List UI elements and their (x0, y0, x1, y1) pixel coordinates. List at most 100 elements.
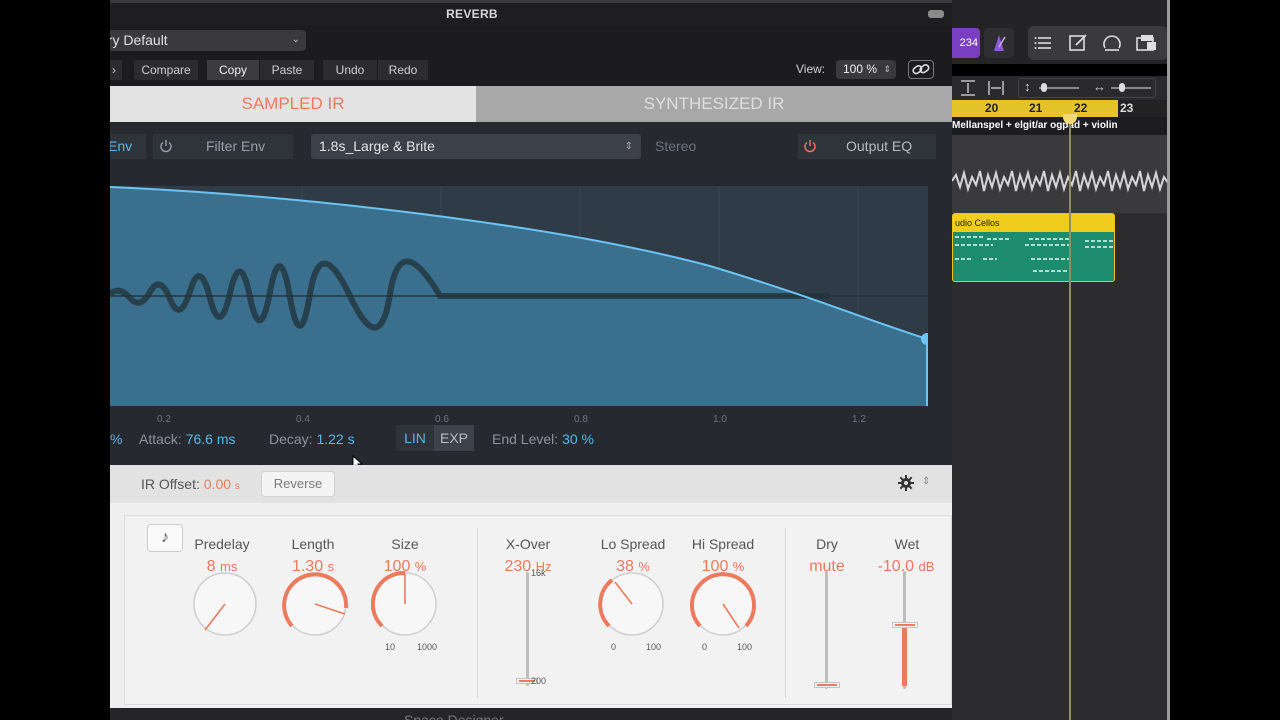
bar-number: 23 (1120, 101, 1134, 115)
copy-button[interactable]: Copy (207, 60, 259, 80)
stepper-icon: ⇕ (922, 476, 931, 487)
preset-menu[interactable]: ory Default ⌄ (110, 30, 306, 51)
lcd-display[interactable]: 234 (952, 28, 980, 58)
wet-value: -10.0 (877, 558, 915, 575)
length-knob[interactable] (281, 570, 349, 638)
end-level-value: 30 % (562, 431, 594, 447)
bar-number: 22 (1074, 101, 1088, 115)
xover-slider-track[interactable] (526, 572, 529, 686)
dry-handle-mark (817, 684, 837, 686)
midi-region[interactable]: udio Cellos (952, 213, 1115, 282)
parameters-area: ♪ Predelay 8 ms Length 1.30 s Size 100 %… (124, 515, 952, 705)
xover-bottom: 200 (531, 676, 547, 686)
init-level-fragment: % (110, 431, 123, 447)
lo-spread-max: 100 (646, 642, 662, 652)
predelay-label: Predelay (194, 536, 250, 552)
attack-param[interactable]: Attack: 76.6 ms (139, 431, 236, 447)
window-collapse-button[interactable] (928, 10, 944, 18)
stepper-icon: ⇕ (883, 64, 891, 74)
size-knob[interactable] (371, 570, 439, 638)
notepad-icon[interactable] (1066, 31, 1090, 55)
view-zoom-select[interactable]: 100 % ⇕ (836, 60, 896, 79)
power-icon (804, 140, 816, 153)
vertical-zoom-thumb[interactable] (1041, 83, 1047, 92)
link-button[interactable] (908, 60, 934, 79)
timeline-ruler[interactable]: 20 21 22 23 (952, 100, 1170, 117)
attack-label: Attack: (139, 431, 182, 447)
x-tick: 0.6 (435, 414, 449, 425)
envelope-graph[interactable] (110, 186, 928, 406)
list-editor-icon[interactable] (1032, 31, 1056, 55)
parameters-panel: ♪ Predelay 8 ms Length 1.30 s Size 100 %… (110, 503, 952, 720)
metronome-icon (994, 35, 1006, 51)
redo-button[interactable]: Redo (378, 60, 428, 80)
lo-spread-min: 0 (611, 642, 617, 652)
playhead[interactable] (1069, 118, 1071, 720)
size-min: 10 (385, 642, 396, 652)
media-browser-icon[interactable] (1134, 31, 1158, 55)
screen: REVERB ory Default ⌄ › Compare Copy Past… (0, 0, 1280, 720)
wet-value-group: -10.0 dB (861, 558, 951, 576)
horizontal-zoom-slider[interactable] (1111, 87, 1151, 89)
exp-button[interactable]: EXP (434, 425, 474, 451)
lo-spread-label: Lo Spread (600, 536, 666, 552)
paste-button[interactable]: Paste (260, 60, 314, 80)
loop-browser-icon[interactable] (1100, 31, 1124, 55)
preset-name: ory Default (110, 32, 168, 48)
hi-spread-knob[interactable] (689, 570, 757, 638)
wet-unit: dB (918, 559, 935, 574)
ir-offset-param[interactable]: IR Offset: 0.00 s (141, 476, 240, 492)
reverse-button[interactable]: Reverse (262, 472, 334, 496)
gear-icon[interactable] (897, 474, 915, 492)
decay-label: Decay: (269, 431, 313, 447)
horizontal-zoom-thumb[interactable] (1119, 83, 1125, 92)
output-eq-toggle[interactable]: Output EQ (798, 134, 936, 159)
size-label: Size (391, 536, 419, 552)
metronome-button[interactable] (984, 28, 1014, 58)
compare-button[interactable]: Compare (134, 60, 198, 80)
link-icon (912, 64, 930, 75)
xover-label: X-Over (505, 536, 551, 552)
next-preset-button[interactable]: › (110, 60, 122, 80)
end-level-param[interactable]: End Level: 30 % (492, 431, 594, 447)
chevron-down-icon: ⌄ (291, 34, 300, 45)
ir-sample-name: 1.8s_Large & Brite (319, 138, 435, 154)
fit-vertical-icon[interactable] (958, 78, 978, 98)
lin-button[interactable]: LIN (396, 425, 434, 451)
end-level-label: End Level: (492, 431, 559, 447)
divider (477, 528, 478, 698)
predelay-knob[interactable] (191, 570, 259, 638)
outside-area (1170, 0, 1280, 720)
daw-arrange-area: 234 ↕ ↔ 20 21 22 23 Mellanspel + elgit/a… (952, 0, 1280, 720)
stepper-icon: ⇕ (624, 141, 633, 152)
bar-number: 20 (985, 101, 999, 115)
tab-volume-env[interactable]: Env (110, 134, 146, 159)
tab-synthesized-ir[interactable]: SYNTHESIZED IR (476, 86, 952, 122)
xover-top: 16k (531, 568, 546, 578)
envelope-curve-svg (110, 186, 928, 406)
ir-mode-tabs: SAMPLED IR SYNTHESIZED IR (110, 86, 952, 122)
ir-offset-value: 0.00 (203, 476, 232, 492)
x-tick: 1.0 (713, 414, 727, 425)
midi-region-name: udio Cellos (953, 214, 1114, 232)
arrange-toolbar: ↕ ↔ (952, 76, 1170, 100)
wet-label: Wet (894, 536, 920, 552)
stereo-label[interactable]: Stereo (655, 134, 715, 159)
ir-sample-select[interactable]: 1.8s_Large & Brite ⇕ (311, 134, 641, 159)
envelope-panel: Env Filter Env 1.8s_Large & Brite ⇕ Ster… (110, 122, 952, 471)
plugin-footer: Space Designer (110, 708, 952, 720)
midi-notes (955, 236, 1113, 272)
power-icon (160, 140, 172, 153)
ir-offset-bar: IR Offset: 0.00 s Reverse ⇕ (110, 465, 952, 503)
filter-env-toggle[interactable]: Filter Env (153, 134, 293, 159)
dry-fader-track[interactable] (825, 571, 828, 689)
midi-track-lane: udio Cellos (952, 213, 1170, 720)
fit-horizontal-icon[interactable] (986, 78, 1006, 98)
length-label: Length (291, 536, 335, 552)
decay-param[interactable]: Decay: 1.22 s (269, 431, 355, 447)
vertical-zoom-icon: ↕ (1024, 79, 1031, 94)
undo-button[interactable]: Undo (323, 60, 377, 80)
tab-sampled-ir[interactable]: SAMPLED IR (110, 86, 476, 122)
lo-spread-knob[interactable] (598, 570, 666, 638)
audio-track-lane[interactable] (952, 135, 1170, 213)
